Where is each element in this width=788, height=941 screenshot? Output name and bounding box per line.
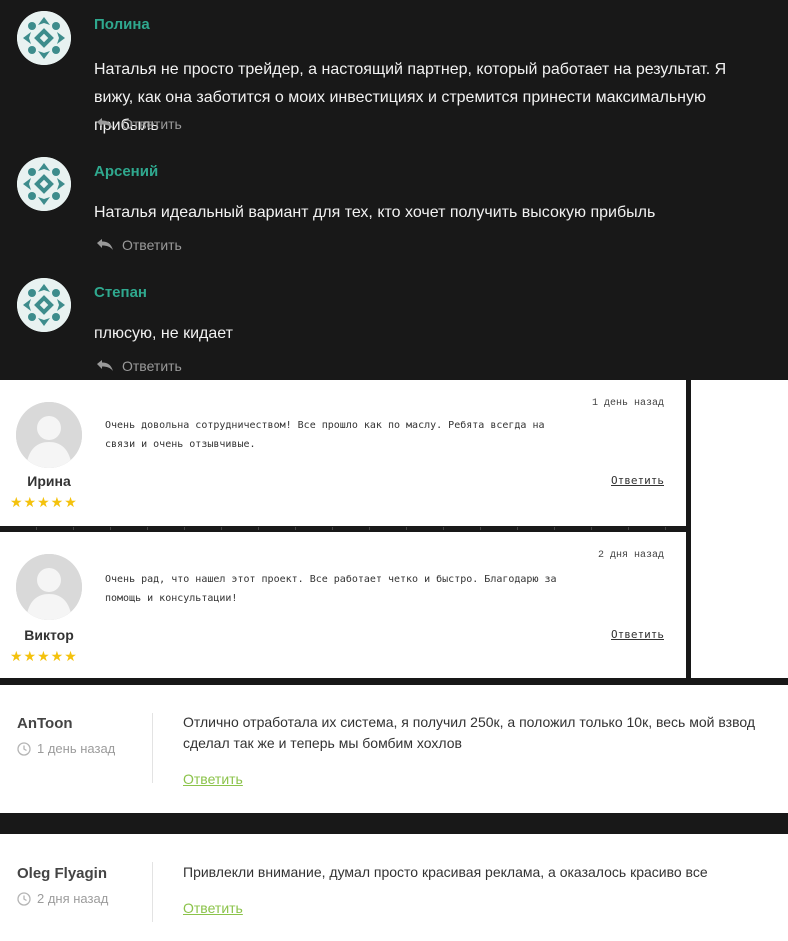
ornament-avatar-icon xyxy=(17,11,71,65)
user-placeholder-icon xyxy=(16,554,82,620)
review-text: Очень довольна сотрудничеством! Все прош… xyxy=(105,420,545,450)
comment-text: Привлекли внимание, думал просто красива… xyxy=(183,864,708,880)
divider xyxy=(152,713,153,783)
comment-text: плюсую, не кидает xyxy=(94,325,233,342)
comment-author: Степан xyxy=(94,284,147,301)
reviewer-name: Ирина xyxy=(27,473,71,489)
rating-stars: ★★★★★ xyxy=(10,494,78,510)
clock-icon xyxy=(17,741,31,756)
divider xyxy=(152,862,153,922)
ornament-avatar-icon xyxy=(17,278,71,332)
comment-author: Полина xyxy=(94,16,150,33)
divider xyxy=(0,527,686,530)
reply-label: Ответить xyxy=(122,237,182,253)
reply-link[interactable]: Ответить xyxy=(611,474,664,487)
reply-label: Ответить xyxy=(122,116,182,132)
review-text: Очень рад, что нашел этот проект. Все ра… xyxy=(105,574,557,604)
rating-stars: ★★★★★ xyxy=(10,648,78,664)
reply-button[interactable]: Ответить xyxy=(96,116,182,132)
review-date: 2 дня назад xyxy=(597,550,664,561)
comment-item: Oleg Flyagin 2 дня назад Привлекли внима… xyxy=(0,834,788,941)
dark-comments-section: Полина Наталья не просто трейдер, а наст… xyxy=(0,0,788,380)
ornament-avatar-icon xyxy=(17,157,71,211)
comment-author: Арсений xyxy=(94,163,159,180)
comment-author: AnToon xyxy=(17,715,73,732)
comment-author: Oleg Flyagin xyxy=(17,865,108,882)
comment-date: 1 день назад xyxy=(17,741,115,756)
clock-icon xyxy=(17,891,31,906)
comment-text: Наталья идеальный вариант для тех, кто х… xyxy=(94,204,656,221)
user-placeholder-icon xyxy=(16,402,82,468)
date-label: 2 дня назад xyxy=(37,891,109,906)
reply-label: Ответить xyxy=(122,358,182,374)
comment-text: Отлично отработала их система, я получил… xyxy=(183,714,755,751)
review-card: Виктор ★★★★★ 2 дня назад Очень рад, что … xyxy=(0,532,686,678)
comment-text: Наталья не просто трейдер, а настоящий п… xyxy=(94,61,727,134)
reply-button[interactable]: Ответить xyxy=(96,358,182,374)
reply-arrow-icon xyxy=(97,118,113,129)
reviewer-name: Виктор xyxy=(24,627,74,643)
reply-arrow-icon xyxy=(97,360,113,371)
reply-link[interactable]: Ответить xyxy=(183,771,243,787)
date-label: 1 день назад xyxy=(37,741,116,756)
reply-arrow-icon xyxy=(97,239,113,250)
comment-date: 2 дня назад xyxy=(17,891,108,906)
comment-item: AnToon 1 день назад Отлично отработала и… xyxy=(0,685,788,813)
review-card: Ирина ★★★★★ 1 день назад Очень довольна … xyxy=(0,380,686,526)
review-date: 1 день назад xyxy=(591,398,664,409)
reply-link[interactable]: Ответить xyxy=(183,900,243,916)
reply-button[interactable]: Ответить xyxy=(96,237,182,253)
reply-link[interactable]: Ответить xyxy=(611,628,664,641)
side-panel xyxy=(691,380,788,678)
